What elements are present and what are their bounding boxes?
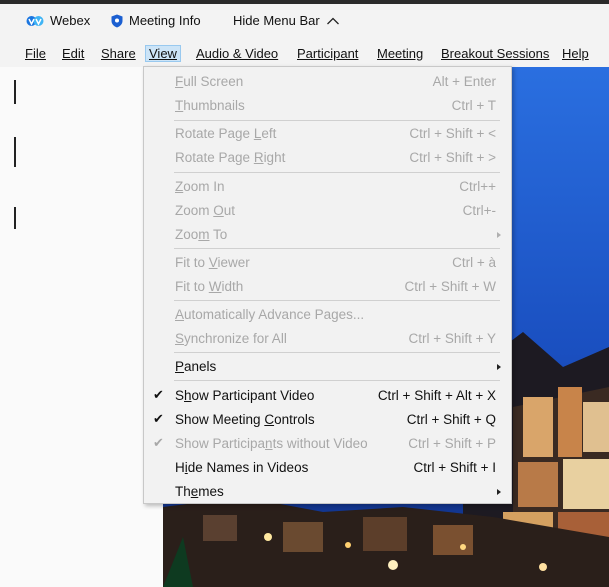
checkmark-icon: ✔ xyxy=(153,435,164,450)
menu-item-fit-to-width[interactable]: Fit to Width Ctrl + Shift + W xyxy=(144,275,511,299)
menu-participant[interactable]: Participant xyxy=(293,45,362,62)
menu-file[interactable]: File xyxy=(21,45,50,62)
hide-menu-bar-label: Hide Menu Bar xyxy=(233,13,320,28)
title-bar: Webex Meeting Info Hide Menu Bar xyxy=(0,0,609,40)
menu-meeting[interactable]: Meeting xyxy=(373,45,427,62)
menu-separator xyxy=(174,248,500,249)
shortcut-label: Ctrl + Shift + Q xyxy=(406,412,496,427)
left-edge-marker xyxy=(14,137,16,167)
chevron-up-icon xyxy=(326,17,339,24)
submenu-arrow-icon xyxy=(497,232,501,238)
shield-icon xyxy=(111,14,123,27)
menu-item-show-participants-without-video[interactable]: ✔ Show Participants without Video Ctrl +… xyxy=(144,432,511,456)
shortcut-label: Ctrl + Shift + > xyxy=(409,150,496,165)
menu-item-rotate-page-left[interactable]: Rotate Page Left Ctrl + Shift + < xyxy=(144,122,511,146)
shortcut-label: Alt + Enter xyxy=(432,74,496,89)
shortcut-label: Ctrl + Shift + < xyxy=(409,126,496,141)
menu-help[interactable]: Help xyxy=(558,45,593,62)
menu-audio-video[interactable]: Audio & Video xyxy=(192,45,282,62)
menu-item-auto-advance-pages[interactable]: Automatically Advance Pages... xyxy=(144,303,511,327)
menu-separator xyxy=(174,120,500,121)
menu-item-zoom-in[interactable]: Zoom In Ctrl++ xyxy=(144,175,511,199)
app-name: Webex xyxy=(50,13,91,28)
left-edge-marker xyxy=(14,80,16,104)
meeting-info-button[interactable]: Meeting Info xyxy=(111,13,201,28)
menu-item-show-participant-video[interactable]: ✔ Show Participant Video Ctrl + Shift + … xyxy=(144,384,511,408)
webex-app-menu[interactable]: Webex xyxy=(26,13,90,28)
menu-separator xyxy=(174,172,500,173)
webex-logo-icon xyxy=(26,15,44,26)
menu-view[interactable]: View xyxy=(145,45,181,62)
menu-item-panels[interactable]: Panels xyxy=(144,355,511,379)
menu-item-rotate-page-right[interactable]: Rotate Page Right Ctrl + Shift + > xyxy=(144,146,511,170)
menu-item-zoom-out[interactable]: Zoom Out Ctrl+- xyxy=(144,199,511,223)
shortcut-label: Ctrl + Shift + Alt + X xyxy=(377,388,496,403)
shortcut-label: Ctrl++ xyxy=(459,179,496,194)
shortcut-label: Ctrl + T xyxy=(451,98,496,113)
menu-item-full-screen[interactable]: Full Screen Alt + Enter xyxy=(144,70,511,94)
view-menu-dropdown: Full Screen Alt + Enter Thumbnails Ctrl … xyxy=(143,66,512,504)
checkmark-icon: ✔ xyxy=(153,411,164,426)
menu-item-fit-to-viewer[interactable]: Fit to Viewer Ctrl + à xyxy=(144,251,511,275)
menu-bar: File Edit Share View Audio & Video Parti… xyxy=(0,40,609,67)
menu-separator xyxy=(174,352,500,353)
checkmark-icon: ✔ xyxy=(153,387,164,402)
submenu-arrow-icon xyxy=(497,489,501,495)
shortcut-label: Ctrl+- xyxy=(462,203,496,218)
shortcut-label: Ctrl + Shift + Y xyxy=(408,331,496,346)
shortcut-label: Ctrl + Shift + P xyxy=(408,436,496,451)
hide-menu-bar-button[interactable]: Hide Menu Bar xyxy=(233,13,340,28)
menu-separator xyxy=(174,380,500,381)
menu-item-themes[interactable]: Themes xyxy=(144,480,511,504)
menu-item-thumbnails[interactable]: Thumbnails Ctrl + T xyxy=(144,94,511,118)
shortcut-label: Ctrl + Shift + W xyxy=(404,279,496,294)
menu-separator xyxy=(174,300,500,301)
submenu-arrow-icon xyxy=(497,364,501,370)
shortcut-label: Ctrl + à xyxy=(452,255,496,270)
menu-edit[interactable]: Edit xyxy=(58,45,88,62)
menu-item-synchronize-for-all[interactable]: Synchronize for All Ctrl + Shift + Y xyxy=(144,327,511,351)
menu-breakout-sessions[interactable]: Breakout Sessions xyxy=(437,45,553,62)
menu-item-show-meeting-controls[interactable]: ✔ Show Meeting Controls Ctrl + Shift + Q xyxy=(144,408,511,432)
left-edge-marker xyxy=(14,207,16,229)
shortcut-label: Ctrl + Shift + I xyxy=(413,460,496,475)
menu-item-hide-names-in-videos[interactable]: Hide Names in Videos Ctrl + Shift + I xyxy=(144,456,511,480)
meeting-info-label: Meeting Info xyxy=(129,13,201,28)
menu-share[interactable]: Share xyxy=(97,45,140,62)
menu-item-zoom-to[interactable]: Zoom To xyxy=(144,223,511,247)
